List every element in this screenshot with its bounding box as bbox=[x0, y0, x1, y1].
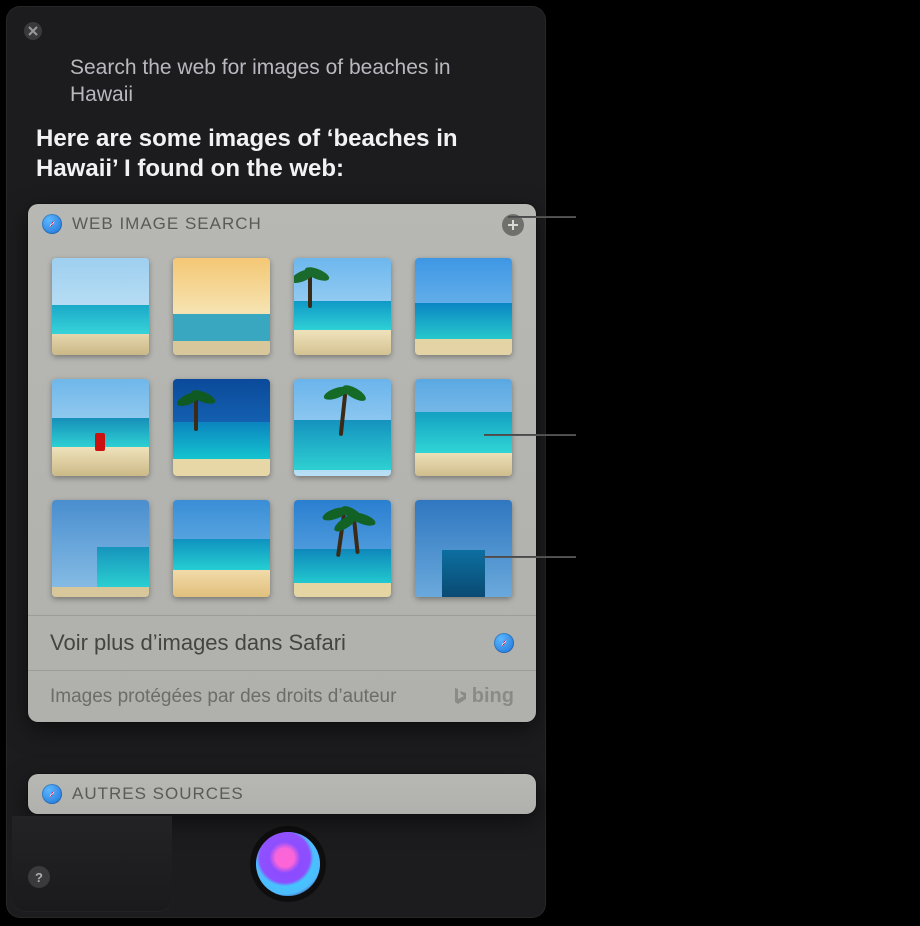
image-result[interactable] bbox=[294, 379, 391, 476]
image-result[interactable] bbox=[52, 379, 149, 476]
close-button[interactable] bbox=[24, 22, 42, 40]
safari-icon bbox=[42, 784, 62, 804]
image-results-grid bbox=[28, 244, 536, 615]
callout-line bbox=[508, 216, 576, 217]
user-query-text: Search the web for images of beaches in … bbox=[70, 54, 486, 108]
close-icon bbox=[28, 26, 38, 36]
help-button[interactable]: ? bbox=[28, 866, 50, 888]
plus-icon bbox=[507, 219, 519, 231]
web-image-search-card: WEB IMAGE SEARCH Voir plus d’images dans… bbox=[28, 204, 536, 722]
siri-response-text: Here are some images of ‘beaches in Hawa… bbox=[36, 124, 516, 184]
card-title: WEB IMAGE SEARCH bbox=[72, 214, 262, 234]
copyright-text: Images protégées par des droits d’auteur bbox=[50, 686, 396, 708]
bing-attribution: bing bbox=[452, 685, 514, 708]
image-result[interactable] bbox=[173, 379, 270, 476]
image-result[interactable] bbox=[173, 258, 270, 355]
card-title: AUTRES SOURCES bbox=[72, 784, 244, 804]
siri-orb-button[interactable] bbox=[256, 832, 320, 896]
image-result[interactable] bbox=[52, 500, 149, 597]
see-more-label: Voir plus d’images dans Safari bbox=[50, 630, 346, 656]
bing-icon bbox=[452, 687, 468, 707]
image-result[interactable] bbox=[294, 258, 391, 355]
image-result[interactable] bbox=[415, 258, 512, 355]
callout-line bbox=[484, 556, 576, 557]
image-result[interactable] bbox=[173, 500, 270, 597]
card-header: WEB IMAGE SEARCH bbox=[28, 204, 536, 244]
card-header: AUTRES SOURCES bbox=[28, 774, 536, 814]
image-result[interactable] bbox=[415, 500, 512, 597]
add-to-notification-center-button[interactable] bbox=[502, 214, 524, 236]
callout-line bbox=[484, 434, 576, 435]
other-sources-card[interactable]: AUTRES SOURCES bbox=[28, 774, 536, 814]
bing-label: bing bbox=[472, 685, 514, 708]
copyright-row: Images protégées par des droits d’auteur… bbox=[28, 670, 536, 722]
safari-icon bbox=[494, 633, 514, 653]
image-result[interactable] bbox=[52, 258, 149, 355]
see-more-in-safari-row[interactable]: Voir plus d’images dans Safari bbox=[28, 615, 536, 670]
image-result[interactable] bbox=[415, 379, 512, 476]
siri-panel: Search the web for images of beaches in … bbox=[6, 6, 546, 918]
image-result[interactable] bbox=[294, 500, 391, 597]
safari-icon bbox=[42, 214, 62, 234]
siri-bottom-bar: ? bbox=[12, 816, 172, 912]
